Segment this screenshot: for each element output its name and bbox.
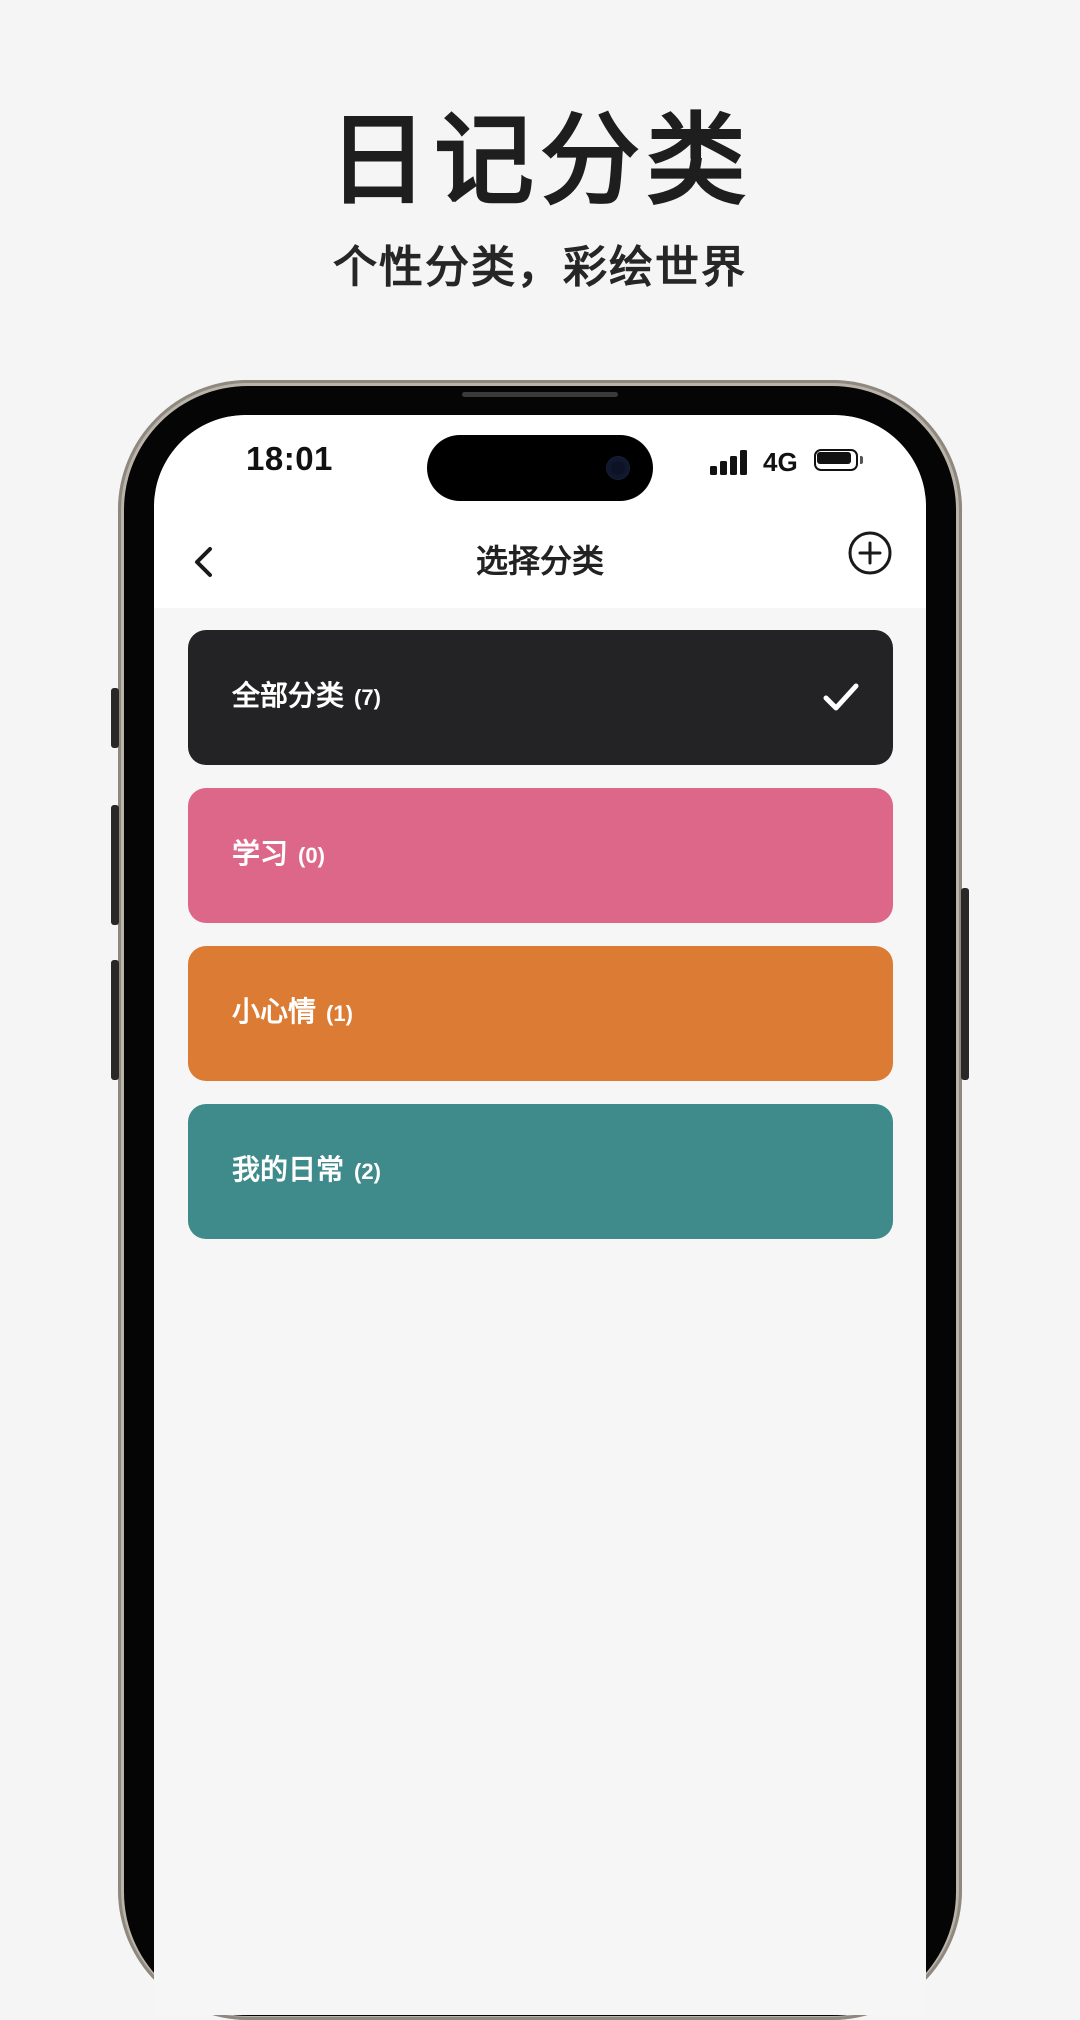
category-label: 小心情 (1): [232, 992, 353, 1034]
front-camera-icon: [607, 457, 629, 479]
category-name: 小心情: [232, 995, 317, 1028]
category-item-daily[interactable]: 我的日常 (2): [188, 1104, 893, 1239]
category-count: (1): [326, 1001, 353, 1026]
category-count: (0): [298, 843, 325, 868]
category-item-study[interactable]: 学习 (0): [188, 788, 893, 923]
category-list: 全部分类 (7) 学习 (0) 小心情 (1) 我的日常 (2): [188, 630, 893, 1262]
category-item-all[interactable]: 全部分类 (7): [188, 630, 893, 765]
signal-icon: [710, 449, 750, 475]
category-name: 我的日常: [232, 1153, 345, 1186]
category-count: (7): [354, 685, 381, 710]
status-bar: 18:01 4G: [154, 415, 926, 515]
network-label: 4G: [763, 447, 798, 477]
phone-volume-down: [111, 960, 119, 1080]
category-label: 学习 (0): [232, 834, 325, 876]
promo-subtitle: 个性分类，彩绘世界: [333, 242, 747, 293]
category-count: (2): [354, 1159, 381, 1184]
phone-power-button: [961, 888, 969, 1080]
category-label: 我的日常 (2): [232, 1150, 381, 1192]
promo-title: 日记分类: [328, 101, 752, 219]
category-label: 全部分类 (7): [232, 676, 381, 718]
check-icon: [823, 683, 859, 711]
category-name: 全部分类: [232, 679, 345, 712]
phone-screen: 18:01 4G 选择分类 全部分类 (7) 学习 (0) 小心情 (1) 我的…: [154, 415, 926, 2015]
status-time: 18:01: [246, 440, 333, 477]
plus-circle-icon: [848, 531, 892, 575]
dynamic-island: [427, 435, 653, 501]
page-title: 选择分类: [475, 542, 604, 580]
add-category-button[interactable]: [846, 529, 894, 577]
category-item-mood[interactable]: 小心情 (1): [188, 946, 893, 1081]
phone-silent-switch: [111, 688, 119, 748]
category-name: 学习: [232, 837, 289, 870]
battery-icon: [814, 449, 866, 473]
phone-volume-up: [111, 805, 119, 925]
phone-speaker: [462, 392, 618, 397]
nav-bar: 选择分类: [154, 515, 926, 608]
